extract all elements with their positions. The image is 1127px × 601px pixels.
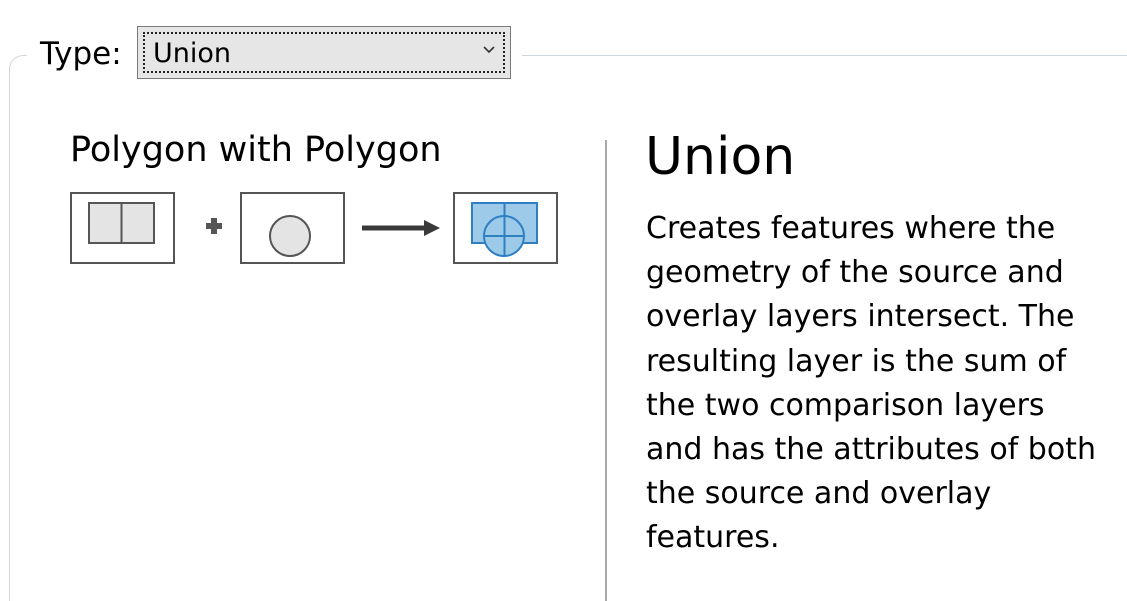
circle-polygon-icon [240,192,345,264]
type-label: Type: [40,36,122,72]
split-rectangle-polygon-icon [70,192,175,264]
group-box-left-border [9,70,10,601]
overlay-type-panel: Type: Union Polygon with Polygon Union C… [0,0,1127,601]
type-dropdown[interactable]: Union [137,26,511,79]
diagram-title: Polygon with Polygon [70,130,442,170]
group-box-top-border [522,55,1127,56]
panel-divider [605,140,607,601]
union-result-icon [453,192,558,264]
plus-icon [206,218,222,234]
chevron-down-icon [483,46,495,54]
type-dropdown-value: Union [153,38,232,69]
overlay-diagram [70,192,558,264]
description-title: Union [645,127,796,187]
group-box-corner [9,55,27,73]
arrow-right-icon [362,220,440,236]
description-text: Creates features where the geometry of t… [646,211,1096,556]
